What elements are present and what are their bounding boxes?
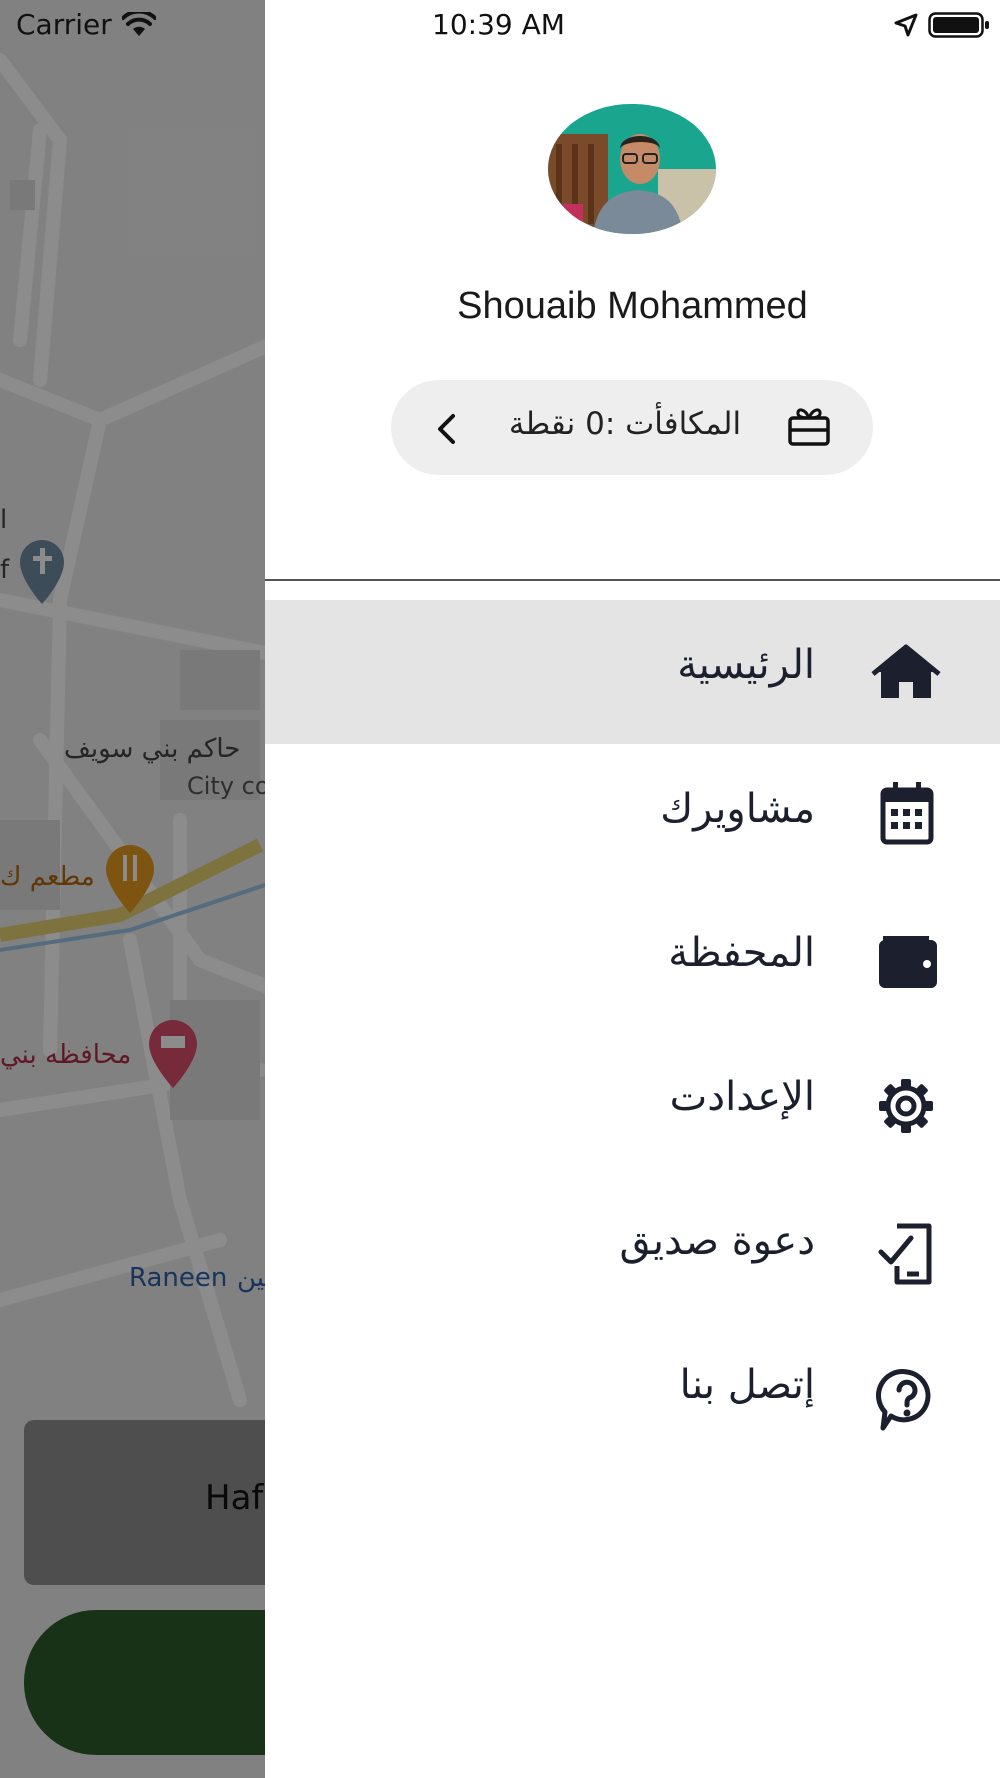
gear-icon xyxy=(879,1079,933,1133)
menu-item-wallet[interactable]: المحفظة xyxy=(265,888,1000,1032)
user-name: Shouaib Mohammed xyxy=(457,285,808,327)
wifi-icon xyxy=(122,12,156,36)
menu-item-label: المحفظة xyxy=(668,930,815,976)
menu-item-label: مشاويرك xyxy=(660,786,815,832)
menu-item-home[interactable]: الرئيسية xyxy=(265,600,1000,744)
invite-device-icon xyxy=(878,1223,932,1285)
carrier-label: Carrier xyxy=(16,8,112,41)
menu-item-label: الإعدادت xyxy=(669,1074,815,1120)
status-bar: Carrier 10:39 AM xyxy=(0,0,1000,50)
battery-icon xyxy=(928,12,989,38)
status-time: 10:39 AM xyxy=(432,8,565,41)
avatar-photo xyxy=(548,104,716,234)
calendar-icon xyxy=(880,782,934,845)
navigation-drawer: Shouaib Mohammed المكافأت :0 نقطة الرئيس… xyxy=(265,0,1000,1778)
rewards-label: المكافأت :0 نقطة xyxy=(508,406,742,442)
rewards-button[interactable]: المكافأت :0 نقطة xyxy=(391,380,873,475)
menu-item-label: الرئيسية xyxy=(677,642,815,688)
menu-item-settings[interactable]: الإعدادت xyxy=(265,1032,1000,1176)
chevron-left-icon xyxy=(438,414,455,444)
menu-item-label: إتصل بنا xyxy=(679,1362,815,1408)
location-arrow-icon xyxy=(894,13,918,37)
drawer-divider xyxy=(265,579,1000,581)
help-icon xyxy=(876,1369,931,1431)
gift-card-icon xyxy=(788,408,830,446)
menu-item-label: دعوة صديق xyxy=(619,1218,815,1264)
menu-item-trips[interactable]: مشاويرك xyxy=(265,744,1000,888)
menu-item-invite-friend[interactable]: دعوة صديق xyxy=(265,1176,1000,1320)
home-icon xyxy=(871,644,941,698)
avatar[interactable] xyxy=(548,104,716,234)
wallet-icon xyxy=(879,936,937,988)
menu-item-contact-us[interactable]: إتصل بنا xyxy=(265,1320,1000,1464)
